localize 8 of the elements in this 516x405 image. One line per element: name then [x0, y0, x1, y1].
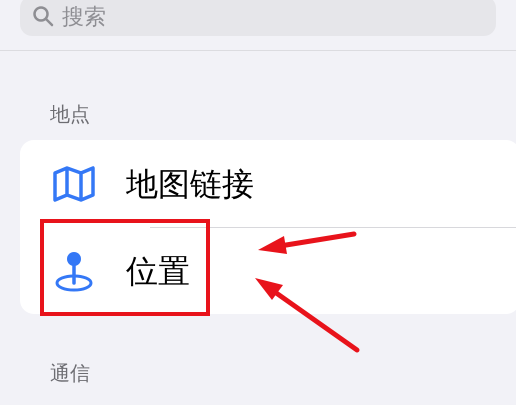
- section-header: 地点: [49, 105, 91, 125]
- list-item-label[interactable]: 位置: [126, 246, 190, 294]
- search-field[interactable]: 搜索: [20, 0, 496, 36]
- search-icon: [32, 5, 54, 27]
- search-input[interactable]: 搜索: [62, 0, 362, 32]
- map-icon: [52, 164, 96, 202]
- list-item-label[interactable]: 地图链接: [126, 160, 254, 208]
- section-header: 通信: [49, 364, 91, 384]
